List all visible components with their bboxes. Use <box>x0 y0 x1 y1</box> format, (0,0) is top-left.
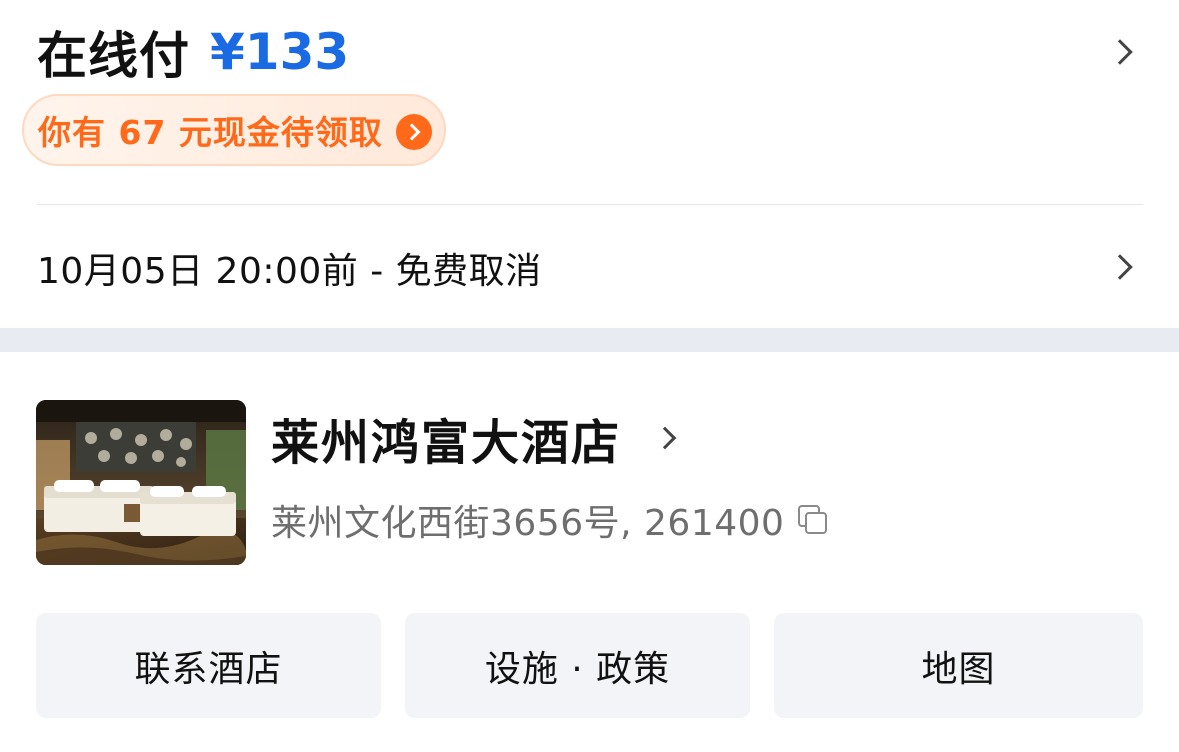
section-separator <box>0 328 1179 352</box>
hotel-section: 莱州鸿富大酒店 莱州文化西街3656号, 261400 联系酒店 设施 · 政策… <box>0 352 1179 752</box>
hotel-photo[interactable] <box>36 400 246 565</box>
map-label: 地图 <box>921 648 996 690</box>
facilities-policy-label: 设施 · 政策 <box>484 648 671 690</box>
hotel-address: 莱州文化西街3656号, 261400 <box>271 503 785 544</box>
contact-hotel-label: 联系酒店 <box>134 648 283 690</box>
divider <box>37 204 1143 205</box>
coupon-text: 你有 67 元现金待领取 <box>38 113 383 152</box>
payment-row[interactable]: 在线付 ¥133 <box>37 14 1143 90</box>
arrow-circle-icon[interactable] <box>396 114 432 150</box>
payment-price: ¥133 <box>210 23 350 81</box>
cash-coupon-banner[interactable]: 你有 67 元现金待领取 <box>22 94 446 166</box>
address-row: 莱州文化西街3656号, 261400 <box>271 494 828 546</box>
payment-section: 在线付 ¥133 你有 67 元现金待领取 10月05日 20:00前 - 免费… <box>0 0 1179 328</box>
chevron-right-icon[interactable] <box>1107 39 1133 65</box>
hotel-room-image <box>36 400 246 565</box>
map-button[interactable]: 地图 <box>774 613 1143 718</box>
hotel-actions: 联系酒店 设施 · 政策 地图 <box>36 613 1143 718</box>
copy-icon[interactable] <box>798 505 828 535</box>
hotel-name: 莱州鸿富大酒店 <box>271 415 622 471</box>
hotel-name-row[interactable]: 莱州鸿富大酒店 <box>271 404 677 472</box>
cancellation-row[interactable]: 10月05日 20:00前 - 免费取消 <box>37 236 1143 300</box>
facilities-policy-button[interactable]: 设施 · 政策 <box>405 613 750 718</box>
cancellation-text: 10月05日 20:00前 - 免费取消 <box>37 251 542 292</box>
chevron-right-icon[interactable] <box>653 426 677 450</box>
chevron-right-icon[interactable] <box>1107 254 1133 280</box>
contact-hotel-button[interactable]: 联系酒店 <box>36 613 381 718</box>
payment-label: 在线付 <box>37 27 190 85</box>
